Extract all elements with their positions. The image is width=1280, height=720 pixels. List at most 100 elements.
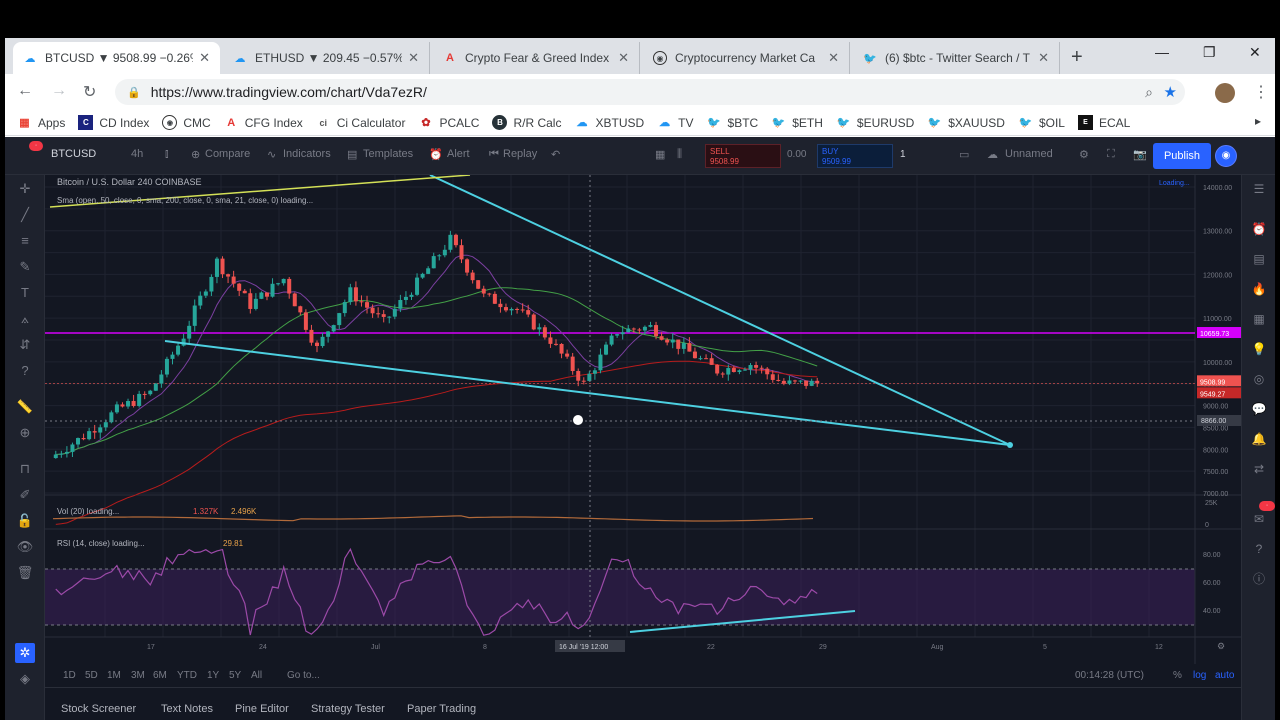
restore-icon[interactable]: ❐ [1203, 44, 1216, 61]
bookmark-rr-calc[interactable]: B R/R Calc [492, 115, 561, 130]
tab-btcusd[interactable]: ☁ BTCUSD ▼ 9508.99 −0.26% ✕ [13, 42, 220, 74]
alert-button[interactable]: Alert [447, 148, 470, 160]
bookmark-eth[interactable]: 🐦 $ETH [771, 115, 823, 130]
timeframe-3m[interactable]: 3M [131, 670, 145, 681]
fib-icon[interactable]: ≡ [15, 231, 35, 251]
timeframe-1d[interactable]: 1D [63, 670, 76, 681]
auto-toggle[interactable]: auto [1215, 670, 1234, 681]
tab-pine-editor[interactable]: Pine Editor [235, 703, 289, 715]
collapse-icon[interactable]: ◈ [15, 669, 35, 689]
calendar-icon[interactable]: ▦ [1251, 311, 1267, 327]
timeframe-1y[interactable]: 1Y [207, 670, 219, 681]
tab-text-notes[interactable]: Text Notes [161, 703, 213, 715]
data-window-icon[interactable]: ▤ [1251, 251, 1267, 267]
bookmark-tv[interactable]: ☁ TV [657, 115, 693, 130]
notifications-icon[interactable]: 🔔 [1251, 431, 1267, 447]
trendline-apex[interactable] [1007, 442, 1013, 448]
buy-button[interactable]: BUY 9509.99 [817, 144, 893, 168]
camera-icon[interactable]: 📷 [1133, 148, 1147, 161]
timeframe-ytd[interactable]: YTD [177, 670, 197, 681]
bookmark-xauusd[interactable]: 🐦 $XAUUSD [927, 115, 1005, 130]
order-panel-icon[interactable]: ⇄ [1251, 461, 1267, 477]
publish-idea-icon[interactable]: ◉ [1215, 145, 1237, 167]
chart-style-icon[interactable]: ⫾ [165, 148, 169, 161]
tab-paper-trading[interactable]: Paper Trading [407, 703, 476, 715]
timeframe-5d[interactable]: 5D [85, 670, 98, 681]
timeframe-all[interactable]: All [251, 670, 262, 681]
timeframe-6m[interactable]: 6M [153, 670, 167, 681]
alert-icon[interactable]: ⏰ [429, 148, 443, 161]
back-icon[interactable]: ← [17, 82, 33, 100]
lock-drawings-icon[interactable]: 🔓 [15, 511, 35, 531]
indicators-icon[interactable]: ∿ [267, 148, 276, 161]
symbol-search[interactable]: BTCUSD [51, 148, 96, 160]
time-axis-settings-icon[interactable]: ⚙ [1217, 641, 1225, 651]
close-icon[interactable]: ✕ [828, 50, 839, 66]
rsi-legend[interactable]: RSI (14, close) loading... [57, 539, 145, 548]
help-icon[interactable]: ? [1251, 541, 1267, 557]
icons-icon[interactable]: ? [15, 361, 35, 381]
drawings-icon[interactable]: ▦ [655, 148, 665, 161]
bookmark-star-icon[interactable]: ★ [1164, 83, 1177, 101]
ideas-icon[interactable]: 💡 [1251, 341, 1267, 357]
sell-button[interactable]: SELL 9508.99 [705, 144, 781, 168]
bookmark-cd-index[interactable]: C CD Index [78, 115, 149, 130]
chart-legend-title[interactable]: Bitcoin / U.S. Dollar 240 COINBASE [57, 177, 202, 187]
tab-fear-greed[interactable]: A Crypto Fear & Greed Index ✕ [433, 42, 640, 74]
ma-legend[interactable]: Sma (open, 50, close, 0, sma, 200, close… [57, 196, 313, 205]
layout-name[interactable]: Unnamed [1005, 148, 1053, 160]
text-icon[interactable]: T [15, 283, 35, 303]
magnet-icon[interactable]: ⊓ [15, 459, 35, 479]
bookmark-cmc[interactable]: ◉ CMC [162, 115, 211, 130]
zoom-icon[interactable]: ⊕ [15, 423, 35, 443]
trash-icon[interactable]: 🗑 [15, 563, 35, 583]
timeframe-5y[interactable]: 5Y [229, 670, 241, 681]
timeframe-1m[interactable]: 1M [107, 670, 121, 681]
replay-button[interactable]: Replay [503, 148, 537, 160]
close-icon[interactable]: ✕ [1038, 50, 1049, 66]
order-quantity[interactable]: 1 [900, 149, 906, 160]
bookmark-ci-calculator[interactable]: ci Ci Calculator [316, 115, 405, 130]
compare-icon[interactable]: ⊕ [191, 148, 200, 161]
percent-toggle[interactable]: % [1173, 670, 1182, 681]
layout-grid-icon[interactable]: ▭ [959, 148, 969, 161]
templates-icon[interactable]: ▤ [347, 148, 357, 161]
bookmark-eurusd[interactable]: 🐦 $EURUSD [836, 115, 915, 130]
cloud-icon[interactable]: ☁ [987, 148, 998, 161]
bookmark-btc[interactable]: 🐦 $BTC [707, 115, 758, 130]
replay-icon[interactable]: ⏮ [489, 148, 499, 161]
undo-icon[interactable]: ↶ [551, 148, 560, 161]
bookmark-cfg-index[interactable]: A CFG Index [224, 115, 303, 130]
prediction-icon[interactable]: ⇵ [15, 335, 35, 355]
bookmark-apps[interactable]: ▦ Apps [17, 115, 65, 130]
alerts-icon[interactable]: ⏰ [1251, 221, 1267, 237]
info-icon[interactable]: ⓘ [1251, 571, 1267, 587]
log-toggle[interactable]: log [1193, 670, 1206, 681]
forward-icon[interactable]: → [51, 82, 67, 100]
price-chart[interactable]: Bitcoin / U.S. Dollar 240 COINBASE Sma (… [45, 175, 1241, 664]
bookmark-pcalc[interactable]: ✿ PCALC [418, 115, 479, 130]
new-tab-button[interactable]: + [1071, 46, 1083, 69]
messages-icon[interactable]: ✉ [1251, 511, 1267, 527]
streams-icon[interactable]: ◎ [1251, 371, 1267, 387]
menu-icon[interactable]: ⋮ [1253, 82, 1269, 102]
templates-button[interactable]: Templates [363, 148, 413, 160]
tab-strategy-tester[interactable]: Strategy Tester [311, 703, 385, 715]
volume-legend[interactable]: Vol (20) loading... [57, 507, 119, 516]
hotlist-icon[interactable]: 🔥 [1251, 281, 1267, 297]
pattern-icon[interactable]: ⟑ [15, 309, 35, 329]
search-icon[interactable]: ⌕ [1145, 84, 1153, 101]
tab-cmc[interactable]: ◉ Cryptocurrency Market Ca ✕ [643, 42, 850, 74]
hide-drawings-icon[interactable]: 👁 [15, 537, 35, 557]
compare-button[interactable]: Compare [205, 148, 250, 160]
bookmark-oil[interactable]: 🐦 $OIL [1018, 115, 1065, 130]
publish-button[interactable]: Publish [1153, 143, 1211, 169]
chats-icon[interactable]: 💬 [1251, 401, 1267, 417]
interval-selector[interactable]: 4h [131, 148, 143, 160]
window-close-icon[interactable]: ✕ [1249, 44, 1261, 61]
goto-button[interactable]: Go to... [287, 670, 320, 681]
profile-avatar[interactable] [1215, 83, 1235, 103]
bookmarks-overflow-icon[interactable]: ▸ [1255, 114, 1261, 128]
watchlist-star-icon[interactable]: ✲ [15, 643, 35, 663]
watchlist-icon[interactable]: ☰ [1251, 181, 1267, 197]
